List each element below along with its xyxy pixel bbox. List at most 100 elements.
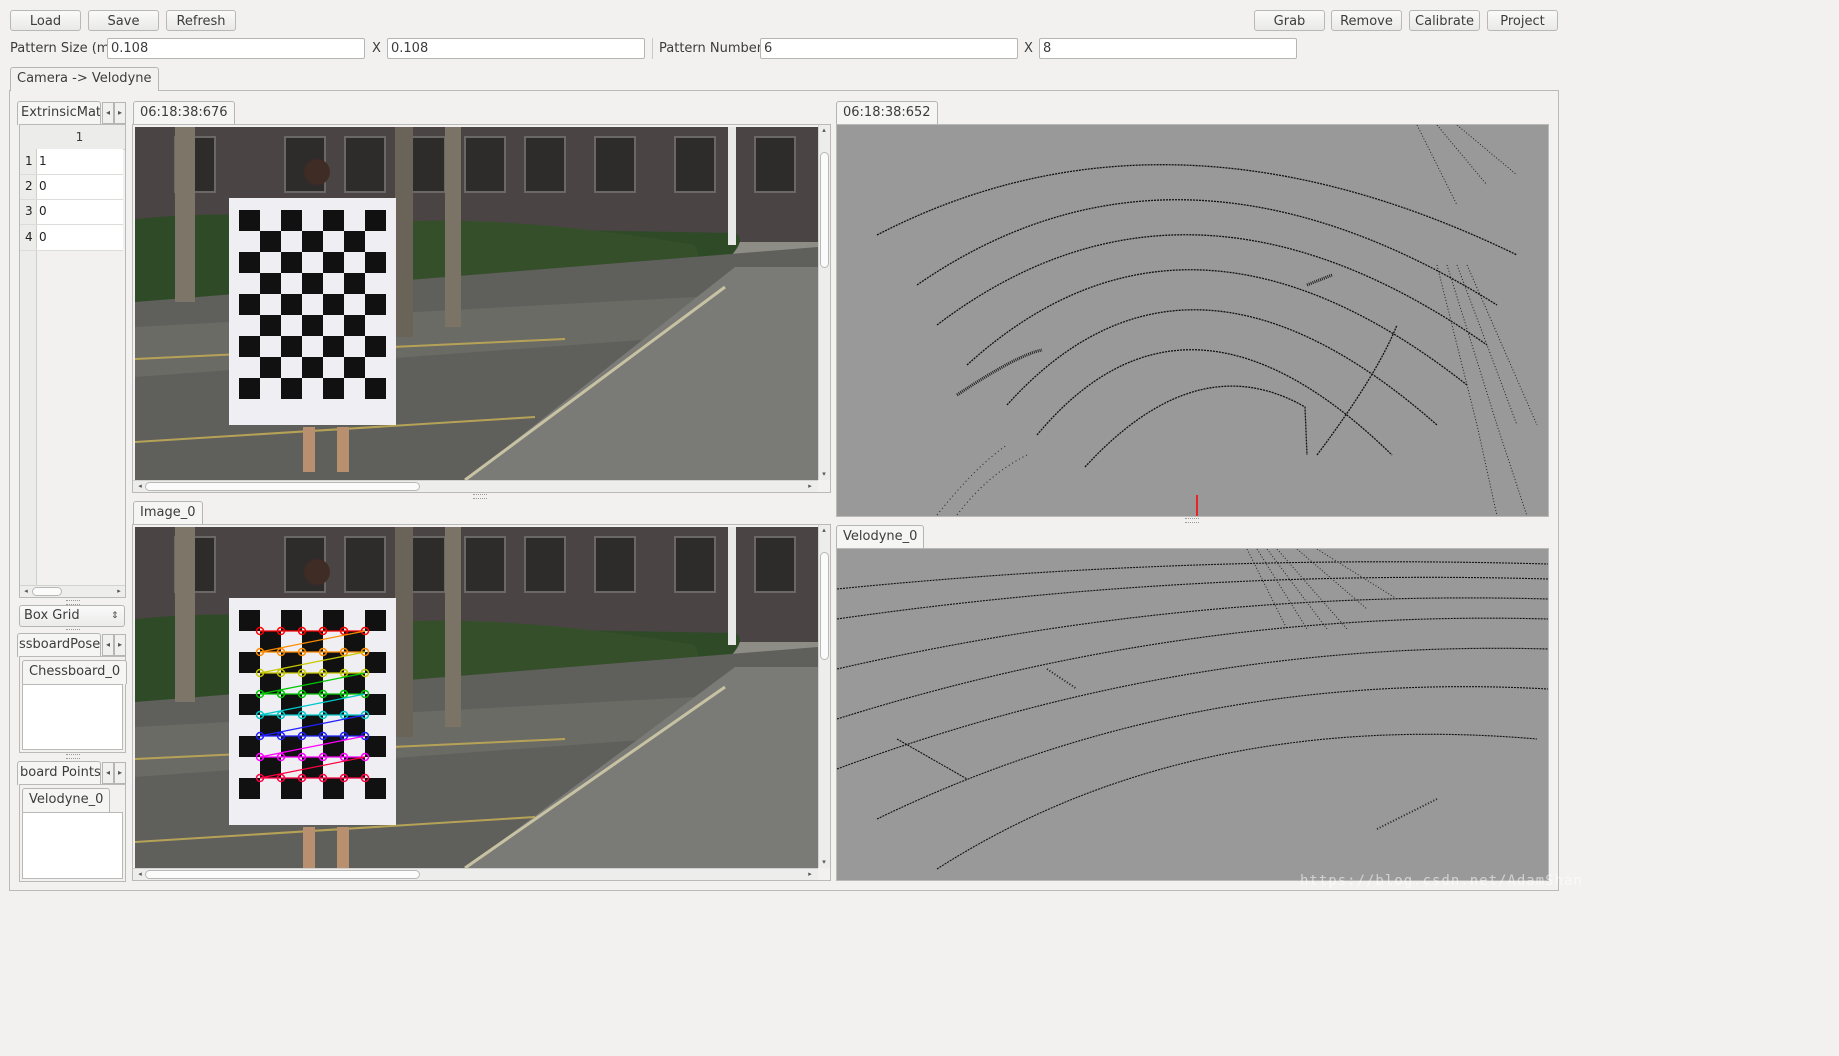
tab-scroll-right-icon[interactable]: ▸ — [114, 102, 126, 124]
pattern-number-y-field[interactable]: 8 — [1039, 38, 1297, 59]
scroll-up-icon[interactable]: ▴ — [819, 125, 829, 135]
checker-square — [260, 315, 281, 336]
project-button[interactable]: Project — [1487, 10, 1558, 31]
row-value[interactable]: 0 — [39, 174, 47, 198]
scroll-thumb[interactable] — [820, 152, 829, 268]
checker-square — [365, 210, 386, 231]
checker-square — [281, 610, 302, 631]
tab-velodyne-0-points[interactable]: Velodyne_0 — [22, 788, 111, 812]
row-divider — [20, 224, 123, 225]
refresh-button[interactable]: Refresh — [166, 10, 236, 31]
camera-top-view: ▴ ▾ ◂ ▸ — [132, 124, 831, 493]
checker-square — [365, 336, 386, 357]
checker-square — [239, 294, 260, 315]
checker-square — [365, 778, 386, 799]
camera-image-detected[interactable] — [135, 527, 818, 868]
checker-square — [302, 273, 323, 294]
checker-square — [281, 210, 302, 231]
scroll-thumb[interactable] — [32, 587, 62, 596]
tab-velodyne-0[interactable]: Velodyne_0 — [836, 525, 925, 550]
checker-square — [239, 210, 260, 231]
splitter-handle[interactable] — [1185, 518, 1199, 523]
board-points-frame: Velodyne_0 — [19, 784, 126, 882]
checker-square — [239, 252, 260, 273]
checker-square — [281, 294, 302, 315]
scroll-right-icon[interactable]: ▸ — [805, 869, 815, 879]
checker-square — [239, 778, 260, 799]
tab-scroll-left-icon[interactable]: ◂ — [102, 634, 114, 656]
save-button[interactable]: Save — [88, 10, 159, 31]
camera-scene — [135, 127, 818, 480]
pattern-size-label: Pattern Size (m) — [10, 41, 115, 56]
tab-scroll-right-icon[interactable]: ▸ — [114, 634, 126, 656]
splitter-handle[interactable] — [66, 754, 80, 759]
checker-square — [239, 736, 260, 757]
scroll-thumb[interactable] — [820, 552, 829, 660]
scroll-thumb[interactable] — [145, 870, 420, 879]
camera-top-vscrollbar[interactable]: ▴ ▾ — [818, 125, 830, 480]
tab-scroll-right-icon[interactable]: ▸ — [114, 762, 126, 784]
pattern-size-y-field[interactable]: 0.108 — [387, 38, 645, 59]
camera-top-hscrollbar[interactable]: ◂ ▸ — [133, 480, 818, 492]
velodyne-pointcloud-bottom[interactable] — [837, 549, 1548, 880]
tab-camera-timestamp[interactable]: 06:18:38:676 — [133, 101, 235, 126]
checker-square — [281, 694, 302, 715]
scroll-down-icon[interactable]: ▾ — [819, 857, 829, 867]
scroll-down-icon[interactable]: ▾ — [819, 469, 829, 479]
checker-square — [323, 736, 344, 757]
tab-velodyne-timestamp[interactable]: 06:18:38:652 — [836, 101, 938, 126]
scroll-right-icon[interactable]: ▸ — [805, 481, 815, 491]
checker-square — [365, 294, 386, 315]
tab-extrinsic-mat[interactable]: ExtrinsicMat — [17, 101, 101, 125]
chessboard-0-content — [22, 684, 123, 750]
checker-square — [281, 652, 302, 673]
tab-scroll-left-icon[interactable]: ◂ — [102, 102, 114, 124]
pattern-size-x-field[interactable]: 0.108 — [107, 38, 365, 59]
tab-board-points[interactable]: board Points — [17, 761, 101, 785]
row-value[interactable]: 0 — [39, 199, 47, 223]
table-hscrollbar[interactable]: ◂ ▸ — [20, 585, 125, 597]
splitter-handle[interactable] — [473, 494, 487, 499]
velodyne-0-points-content — [22, 812, 123, 879]
checker-square — [323, 378, 344, 399]
camera-bottom-vscrollbar[interactable]: ▴ ▾ — [818, 525, 830, 868]
checker-square — [323, 336, 344, 357]
camera-bottom-view: ▴ ▾ ◂ ▸ — [132, 524, 831, 881]
chessboard-pose-frame: Chessboard_0 — [19, 656, 128, 753]
row-divider — [20, 174, 123, 175]
scroll-right-icon[interactable]: ▸ — [114, 586, 124, 596]
calibrate-button[interactable]: Calibrate — [1409, 10, 1480, 31]
row-value[interactable]: 0 — [39, 225, 47, 249]
velodyne-pointcloud-top[interactable] — [837, 125, 1548, 516]
load-button[interactable]: Load — [10, 10, 81, 31]
scroll-left-icon[interactable]: ◂ — [135, 481, 145, 491]
velodyne-bottom-view — [836, 548, 1549, 881]
table-column-header[interactable]: 1 — [36, 127, 123, 147]
camera-scene-detected — [135, 527, 818, 868]
tab-chessboard-pose[interactable]: ssboardPose — [17, 633, 101, 657]
scroll-up-icon[interactable]: ▴ — [819, 525, 829, 535]
tab-image-0[interactable]: Image_0 — [133, 501, 203, 526]
checker-square — [365, 252, 386, 273]
pattern-number-x-field[interactable]: 6 — [760, 38, 1018, 59]
view-mode-select[interactable]: Box Grid ⇕ — [19, 605, 125, 627]
camera-bottom-hscrollbar[interactable]: ◂ ▸ — [133, 868, 818, 880]
spin-arrows-icon: ⇕ — [111, 611, 119, 621]
scroll-thumb[interactable] — [145, 482, 420, 491]
row-index: 2 — [25, 179, 33, 193]
tab-chessboard-0[interactable]: Chessboard_0 — [22, 660, 128, 684]
checker-square — [239, 336, 260, 357]
tab-camera-velodyne[interactable]: Camera -> Velodyne — [10, 67, 159, 91]
camera-image-raw[interactable] — [135, 127, 818, 480]
velodyne-top-view — [836, 124, 1549, 517]
row-value[interactable]: 1 — [39, 149, 47, 173]
grab-button[interactable]: Grab — [1254, 10, 1325, 31]
tab-scroll-left-icon[interactable]: ◂ — [102, 762, 114, 784]
remove-button[interactable]: Remove — [1331, 10, 1402, 31]
scroll-left-icon[interactable]: ◂ — [21, 586, 31, 596]
checker-square — [365, 378, 386, 399]
checker-square — [344, 231, 365, 252]
scroll-left-icon[interactable]: ◂ — [135, 869, 145, 879]
row-index: 1 — [25, 154, 33, 168]
checker-square — [344, 357, 365, 378]
